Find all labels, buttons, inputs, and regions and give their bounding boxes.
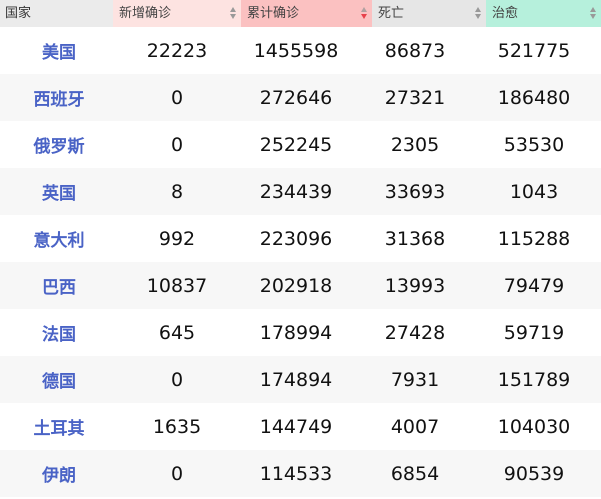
deaths-cell: 6854 — [390, 462, 440, 485]
deaths-cell: 86873 — [384, 39, 446, 62]
new-confirmed-cell: 0 — [170, 462, 184, 485]
cured-cell: 1043 — [509, 180, 559, 203]
country-link[interactable]: 巴西 — [0, 273, 118, 298]
header-deaths-label: 死亡 — [378, 6, 405, 21]
deaths-cell: 13993 — [384, 274, 446, 297]
country-link[interactable]: 俄罗斯 — [0, 132, 118, 157]
total-confirmed-cell: 252245 — [259, 133, 333, 156]
cured-cell: 521775 — [497, 39, 571, 62]
new-confirmed-cell: 22223 — [146, 39, 208, 62]
new-confirmed-cell: 1635 — [152, 415, 202, 438]
table-row: 土耳其 1635 144749 4007 104030 — [0, 403, 601, 450]
country-link[interactable]: 美国 — [0, 38, 118, 63]
header-deaths[interactable]: 死亡 — [372, 0, 486, 27]
header-cured[interactable]: 治愈 — [486, 0, 601, 27]
sort-icon[interactable] — [475, 7, 482, 20]
total-confirmed-cell: 272646 — [259, 86, 333, 109]
table-row: 西班牙 0 272646 27321 186480 — [0, 74, 601, 121]
table-row: 美国 22223 1455598 86873 521775 — [0, 27, 601, 74]
table-row: 法国 645 178994 27428 59719 — [0, 309, 601, 356]
cured-cell: 104030 — [497, 415, 571, 438]
country-link[interactable]: 意大利 — [0, 226, 118, 251]
new-confirmed-cell: 992 — [158, 227, 196, 250]
new-confirmed-cell: 0 — [170, 86, 184, 109]
new-confirmed-cell: 0 — [170, 368, 184, 391]
deaths-cell: 7931 — [390, 368, 440, 391]
table-row: 德国 0 174894 7931 151789 — [0, 356, 601, 403]
header-country-label: 国家 — [5, 6, 32, 21]
deaths-cell: 2305 — [390, 133, 440, 156]
total-confirmed-cell: 223096 — [259, 227, 333, 250]
header-total-confirmed[interactable]: 累计确诊 — [241, 0, 372, 27]
deaths-cell: 33693 — [384, 180, 446, 203]
table-row: 伊朗 0 114533 6854 90539 — [0, 450, 601, 497]
country-link[interactable]: 英国 — [0, 179, 118, 204]
table-body: 美国 22223 1455598 86873 521775 西班牙 0 2726… — [0, 27, 601, 497]
new-confirmed-cell: 0 — [170, 133, 184, 156]
cured-cell: 186480 — [497, 86, 571, 109]
country-link[interactable]: 法国 — [0, 320, 118, 345]
table-row: 英国 8 234439 33693 1043 — [0, 168, 601, 215]
cured-cell: 151789 — [497, 368, 571, 391]
country-link[interactable]: 伊朗 — [0, 461, 118, 486]
total-confirmed-cell: 114533 — [259, 462, 333, 485]
covid-country-table: 国家 新增确诊 累计确诊 死亡 治愈 美国 22223 1455598 8687… — [0, 0, 601, 499]
total-confirmed-cell: 144749 — [259, 415, 333, 438]
deaths-cell: 4007 — [390, 415, 440, 438]
cured-cell: 115288 — [497, 227, 571, 250]
header-cured-label: 治愈 — [492, 6, 519, 21]
total-confirmed-cell: 1455598 — [253, 39, 339, 62]
sort-icon[interactable] — [361, 7, 368, 20]
table-row: 意大利 992 223096 31368 115288 — [0, 215, 601, 262]
cured-cell: 53530 — [503, 133, 565, 156]
header-total-confirmed-label: 累计确诊 — [247, 6, 300, 21]
total-confirmed-cell: 234439 — [259, 180, 333, 203]
new-confirmed-cell: 10837 — [146, 274, 208, 297]
total-confirmed-cell: 178994 — [259, 321, 333, 344]
deaths-cell: 31368 — [384, 227, 446, 250]
total-confirmed-cell: 202918 — [259, 274, 333, 297]
sort-icon[interactable] — [590, 7, 597, 20]
deaths-cell: 27428 — [384, 321, 446, 344]
header-country: 国家 — [0, 0, 113, 27]
cured-cell: 59719 — [503, 321, 565, 344]
cured-cell: 79479 — [503, 274, 565, 297]
country-link[interactable]: 西班牙 — [0, 85, 118, 110]
total-confirmed-cell: 174894 — [259, 368, 333, 391]
new-confirmed-cell: 8 — [170, 180, 184, 203]
header-new-confirmed[interactable]: 新增确诊 — [113, 0, 241, 27]
country-link[interactable]: 土耳其 — [0, 414, 118, 439]
country-link[interactable]: 德国 — [0, 367, 118, 392]
deaths-cell: 27321 — [384, 86, 446, 109]
new-confirmed-cell: 645 — [158, 321, 196, 344]
cured-cell: 90539 — [503, 462, 565, 485]
table-row: 巴西 10837 202918 13993 79479 — [0, 262, 601, 309]
header-new-confirmed-label: 新增确诊 — [119, 6, 172, 21]
sort-icon[interactable] — [230, 7, 237, 20]
table-row: 俄罗斯 0 252245 2305 53530 — [0, 121, 601, 168]
table-header: 国家 新增确诊 累计确诊 死亡 治愈 — [0, 0, 601, 27]
